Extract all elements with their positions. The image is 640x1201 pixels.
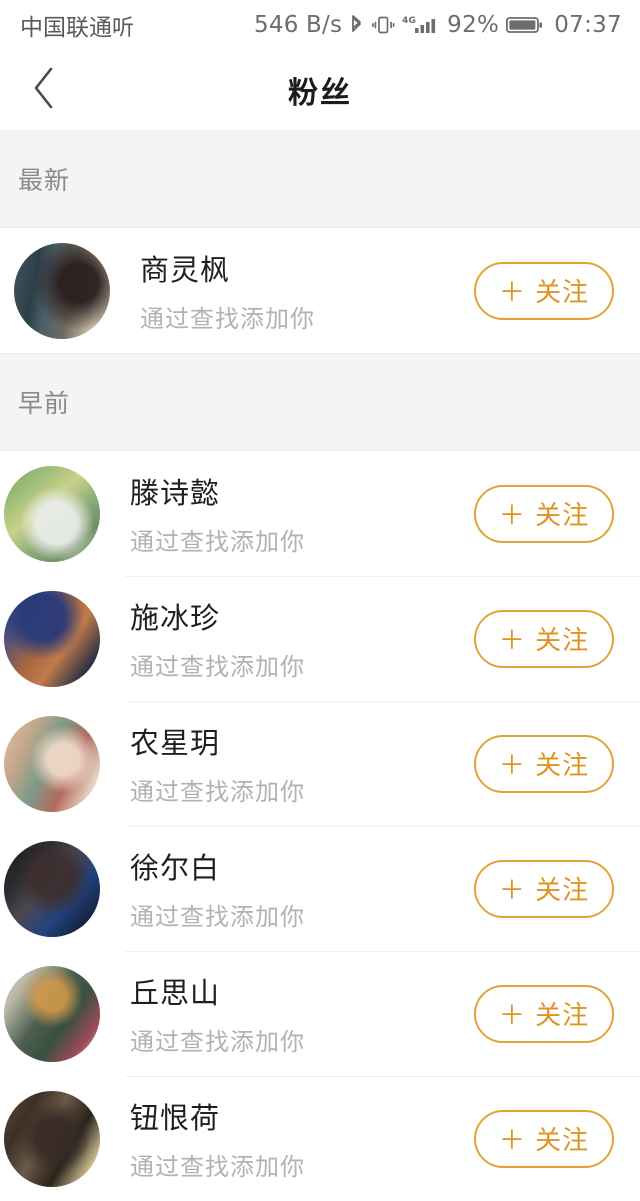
section-header-earlier: 早前 [0, 353, 640, 451]
section-header-latest: 最新 [0, 130, 640, 228]
follow-button[interactable]: ＋ 关注 [474, 984, 614, 1043]
battery-percent-label: 92% [447, 12, 500, 38]
user-subtitle: 通过查找添加你 [130, 528, 305, 556]
page-title: 粉丝 [288, 76, 352, 111]
avatar [4, 965, 100, 1062]
list-item-text: 徐尔白 通过查找添加你 [130, 845, 474, 932]
avatar [14, 242, 110, 339]
avatar [4, 1090, 100, 1187]
avatar [4, 715, 100, 812]
list-item-text: 丘思山 通过查找添加你 [130, 970, 474, 1057]
user-name: 滕诗懿 [130, 476, 221, 510]
list-item[interactable]: 徐尔白 通过查找添加你 ＋ 关注 [0, 826, 640, 951]
user-name: 商灵枫 [140, 253, 231, 287]
follow-button[interactable]: ＋ 关注 [474, 261, 614, 320]
fans-list-latest: 商灵枫 通过查找添加你 ＋ 关注 [0, 228, 640, 353]
signal-4g-icon: 4G [402, 13, 440, 37]
user-subtitle: 通过查找添加你 [140, 305, 315, 333]
battery-icon [506, 14, 544, 36]
network-speed-label: 546 B/s [254, 12, 343, 38]
svg-text:4G: 4G [402, 16, 416, 26]
list-item[interactable]: 滕诗懿 通过查找添加你 ＋ 关注 [0, 451, 640, 576]
vibrate-icon [371, 13, 395, 37]
navigation-bar: 粉丝 [0, 50, 640, 130]
list-item[interactable]: 丘思山 通过查找添加你 ＋ 关注 [0, 951, 640, 1076]
list-item-text: 商灵枫 通过查找添加你 [140, 247, 474, 334]
follow-button[interactable]: ＋ 关注 [474, 484, 614, 543]
avatar [4, 465, 100, 562]
back-button[interactable] [8, 50, 80, 130]
user-name: 农星玥 [130, 726, 221, 760]
list-item-text: 滕诗懿 通过查找添加你 [130, 470, 474, 557]
user-name: 徐尔白 [130, 851, 221, 885]
bluetooth-icon [349, 13, 364, 37]
user-name: 施冰珍 [130, 601, 221, 635]
user-subtitle: 通过查找添加你 [130, 653, 305, 681]
avatar [4, 840, 100, 937]
list-item-text: 钮恨荷 通过查找添加你 [130, 1095, 474, 1182]
clock-label: 07:37 [554, 12, 622, 38]
follow-button[interactable]: ＋ 关注 [474, 609, 614, 668]
chevron-left-icon [29, 65, 59, 115]
list-item-text: 农星玥 通过查找添加你 [130, 720, 474, 807]
list-item-text: 施冰珍 通过查找添加你 [130, 595, 474, 682]
user-subtitle: 通过查找添加你 [130, 903, 305, 931]
user-subtitle: 通过查找添加你 [130, 1153, 305, 1181]
follow-button[interactable]: ＋ 关注 [474, 859, 614, 918]
user-subtitle: 通过查找添加你 [130, 778, 305, 806]
avatar [4, 590, 100, 687]
status-bar-right-cluster: 546 B/s 4G 92% 07:37 [254, 12, 622, 38]
list-item[interactable]: 农星玥 通过查找添加你 ＋ 关注 [0, 701, 640, 826]
user-subtitle: 通过查找添加你 [130, 1028, 305, 1056]
section-header-label: 最新 [18, 166, 71, 195]
status-bar: 中国联通听 546 B/s 4G 92% 07:37 [0, 0, 640, 50]
section-header-label: 早前 [18, 389, 71, 418]
list-item[interactable]: 钮恨荷 通过查找添加你 ＋ 关注 [0, 1076, 640, 1201]
list-item[interactable]: 商灵枫 通过查找添加你 ＋ 关注 [0, 228, 640, 353]
user-name: 钮恨荷 [130, 1101, 221, 1135]
follow-button[interactable]: ＋ 关注 [474, 734, 614, 793]
fans-list-earlier: 滕诗懿 通过查找添加你 ＋ 关注 施冰珍 通过查找添加你 ＋ 关注 农星玥 通过… [0, 451, 640, 1201]
user-name: 丘思山 [130, 976, 221, 1010]
follow-button[interactable]: ＋ 关注 [474, 1109, 614, 1168]
list-item[interactable]: 施冰珍 通过查找添加你 ＋ 关注 [0, 576, 640, 701]
carrier-label: 中国联通听 [20, 15, 135, 41]
